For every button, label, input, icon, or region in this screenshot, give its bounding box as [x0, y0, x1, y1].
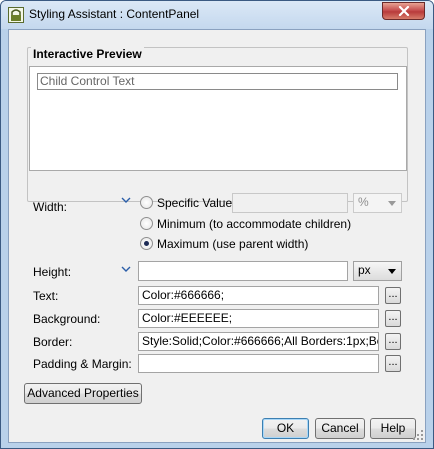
width-value-input[interactable] [232, 193, 348, 213]
radio-label: Specific Value [157, 196, 233, 210]
close-button[interactable] [382, 2, 425, 20]
width-label: Width: [33, 200, 68, 214]
background-label: Background: [33, 312, 101, 326]
ok-button[interactable]: OK [262, 418, 309, 439]
dialog-window: Styling Assistant : ContentPanel Interac… [0, 0, 434, 449]
interactive-preview-group: Interactive Preview Child Control Text [27, 47, 408, 202]
radio-label: Minimum (to accommodate children) [157, 217, 352, 231]
radio-label: Maximum (use parent width) [157, 237, 309, 251]
radio-maximum[interactable] [140, 237, 153, 250]
radio-specific-value[interactable] [140, 196, 153, 209]
advanced-properties-button[interactable]: Advanced Properties [24, 383, 142, 404]
text-style-ellipsis-button[interactable]: ... [385, 287, 401, 304]
app-icon [8, 7, 24, 23]
title-bar[interactable]: Styling Assistant : ContentPanel [1, 1, 433, 29]
height-label: Height: [33, 265, 72, 279]
padding-margin-ellipsis-button[interactable]: ... [385, 355, 401, 372]
resize-grip-icon[interactable] [412, 429, 424, 441]
width-unit-select[interactable]: % [353, 193, 402, 213]
background-style-ellipsis-button[interactable]: ... [385, 310, 401, 327]
height-value-input[interactable] [138, 261, 348, 281]
background-style-input[interactable]: Color:#EEEEEE; [138, 309, 379, 328]
group-title: Interactive Preview [31, 47, 144, 61]
dropdown-arrow-icon [388, 201, 396, 206]
preview-area: Child Control Text [29, 66, 407, 171]
width-unit-value: % [358, 195, 369, 209]
help-button[interactable]: Help [370, 418, 416, 439]
window-title: Styling Assistant : ContentPanel [29, 7, 200, 21]
border-label: Border: [33, 335, 73, 349]
border-style-ellipsis-button[interactable]: ... [385, 333, 401, 350]
close-icon [398, 6, 410, 16]
height-unit-value: px [358, 263, 371, 277]
dropdown-arrow-icon [388, 269, 396, 274]
chevron-down-icon[interactable] [121, 266, 131, 272]
chevron-down-icon[interactable] [121, 197, 131, 203]
radio-minimum[interactable] [140, 217, 153, 230]
text-style-input[interactable]: Color:#666666; [138, 286, 379, 305]
cancel-button[interactable]: Cancel [315, 418, 365, 439]
child-control-text[interactable]: Child Control Text [37, 73, 398, 90]
padding-margin-label: Padding & Margin: [33, 357, 132, 371]
padding-margin-input[interactable] [138, 354, 379, 373]
border-style-input[interactable]: Style:Solid;Color:#666666;All Borders:1p… [138, 332, 379, 351]
height-unit-select[interactable]: px [353, 261, 402, 281]
dialog-client-area: Interactive Preview Child Control Text W… [8, 29, 426, 443]
text-label: Text: [33, 289, 59, 303]
